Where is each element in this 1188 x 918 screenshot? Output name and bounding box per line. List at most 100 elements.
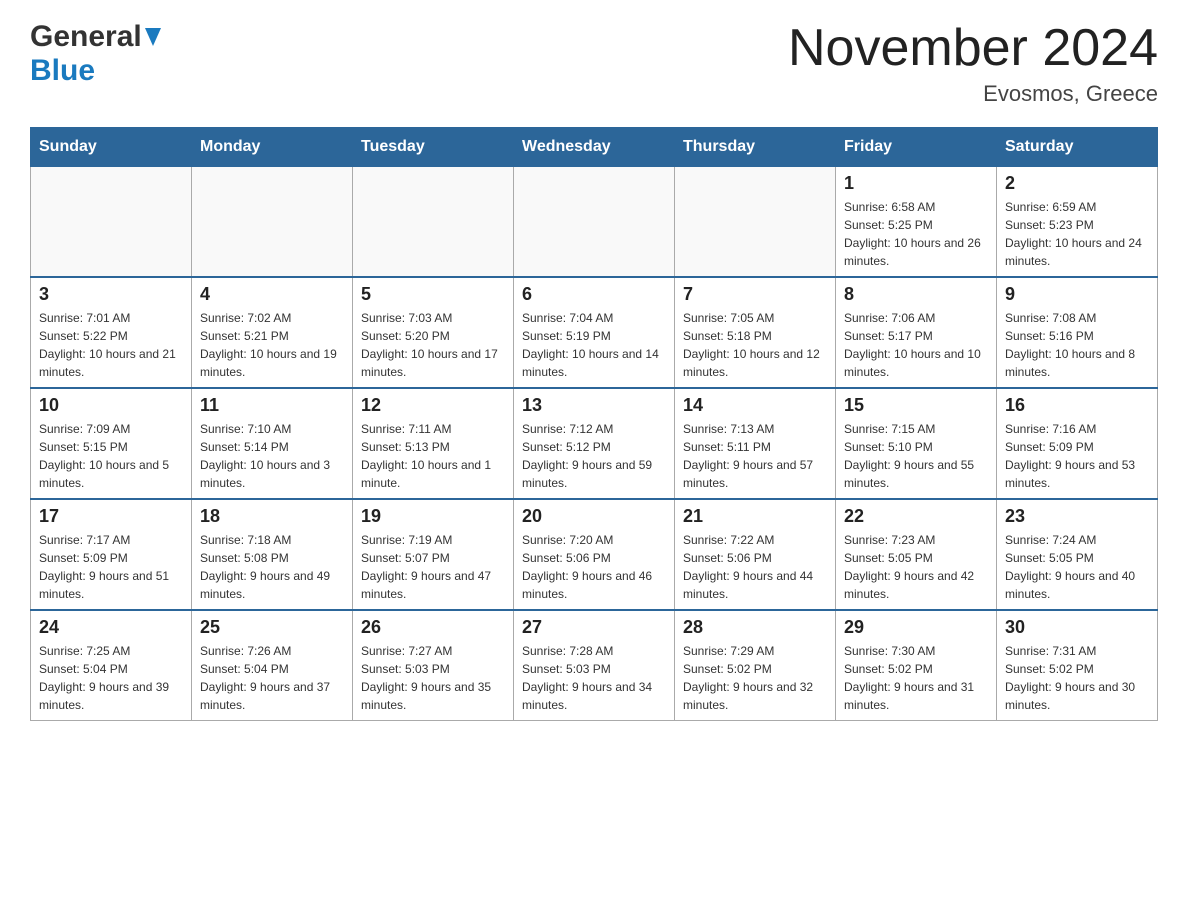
calendar-day-cell: 17 Sunrise: 7:17 AMSunset: 5:09 PMDayligh… bbox=[31, 499, 192, 610]
day-number: 16 bbox=[1005, 395, 1149, 416]
calendar-day-cell: 1 Sunrise: 6:58 AMSunset: 5:25 PMDaylight… bbox=[836, 167, 997, 278]
day-number: 2 bbox=[1005, 173, 1149, 194]
day-info: Sunrise: 7:20 AMSunset: 5:06 PMDaylight:… bbox=[522, 531, 666, 603]
day-number: 5 bbox=[361, 284, 505, 305]
calendar-day-cell: 26 Sunrise: 7:27 AMSunset: 5:03 PMDayligh… bbox=[353, 610, 514, 721]
calendar-day-cell bbox=[514, 167, 675, 278]
day-info: Sunrise: 6:59 AMSunset: 5:23 PMDaylight:… bbox=[1005, 198, 1149, 270]
day-number: 19 bbox=[361, 506, 505, 527]
calendar-day-cell: 15 Sunrise: 7:15 AMSunset: 5:10 PMDayligh… bbox=[836, 388, 997, 499]
weekday-header-wednesday: Wednesday bbox=[514, 128, 675, 167]
day-info: Sunrise: 7:31 AMSunset: 5:02 PMDaylight:… bbox=[1005, 642, 1149, 714]
logo-arrow-icon bbox=[145, 28, 161, 51]
day-number: 20 bbox=[522, 506, 666, 527]
day-number: 8 bbox=[844, 284, 988, 305]
day-number: 18 bbox=[200, 506, 344, 527]
calendar-day-cell: 19 Sunrise: 7:19 AMSunset: 5:07 PMDayligh… bbox=[353, 499, 514, 610]
day-number: 7 bbox=[683, 284, 827, 305]
calendar-day-cell: 21 Sunrise: 7:22 AMSunset: 5:06 PMDayligh… bbox=[675, 499, 836, 610]
day-info: Sunrise: 7:15 AMSunset: 5:10 PMDaylight:… bbox=[844, 420, 988, 492]
day-number: 26 bbox=[361, 617, 505, 638]
day-number: 3 bbox=[39, 284, 183, 305]
calendar-day-cell: 10 Sunrise: 7:09 AMSunset: 5:15 PMDayligh… bbox=[31, 388, 192, 499]
day-info: Sunrise: 7:19 AMSunset: 5:07 PMDaylight:… bbox=[361, 531, 505, 603]
calendar-day-cell: 30 Sunrise: 7:31 AMSunset: 5:02 PMDayligh… bbox=[997, 610, 1158, 721]
day-info: Sunrise: 7:10 AMSunset: 5:14 PMDaylight:… bbox=[200, 420, 344, 492]
day-number: 10 bbox=[39, 395, 183, 416]
day-info: Sunrise: 7:06 AMSunset: 5:17 PMDaylight:… bbox=[844, 309, 988, 381]
day-number: 6 bbox=[522, 284, 666, 305]
weekday-header-tuesday: Tuesday bbox=[353, 128, 514, 167]
day-info: Sunrise: 7:09 AMSunset: 5:15 PMDaylight:… bbox=[39, 420, 183, 492]
calendar-week-row: 1 Sunrise: 6:58 AMSunset: 5:25 PMDaylight… bbox=[31, 167, 1158, 278]
day-number: 25 bbox=[200, 617, 344, 638]
calendar-day-cell: 5 Sunrise: 7:03 AMSunset: 5:20 PMDaylight… bbox=[353, 277, 514, 388]
weekday-header-monday: Monday bbox=[192, 128, 353, 167]
calendar-day-cell: 12Sunrise: 7:11 AMSunset: 5:13 PMDayligh… bbox=[353, 388, 514, 499]
calendar-day-cell: 28 Sunrise: 7:29 AMSunset: 5:02 PMDayligh… bbox=[675, 610, 836, 721]
day-number: 22 bbox=[844, 506, 988, 527]
day-info: Sunrise: 7:01 AMSunset: 5:22 PMDaylight:… bbox=[39, 309, 183, 381]
day-number: 14 bbox=[683, 395, 827, 416]
calendar-week-row: 24Sunrise: 7:25 AMSunset: 5:04 PMDayligh… bbox=[31, 610, 1158, 721]
day-info: Sunrise: 7:04 AMSunset: 5:19 PMDaylight:… bbox=[522, 309, 666, 381]
calendar-day-cell: 16 Sunrise: 7:16 AMSunset: 5:09 PMDayligh… bbox=[997, 388, 1158, 499]
day-number: 30 bbox=[1005, 617, 1149, 638]
day-info: Sunrise: 7:30 AMSunset: 5:02 PMDaylight:… bbox=[844, 642, 988, 714]
day-info: Sunrise: 7:28 AMSunset: 5:03 PMDaylight:… bbox=[522, 642, 666, 714]
calendar-day-cell: 22 Sunrise: 7:23 AMSunset: 5:05 PMDayligh… bbox=[836, 499, 997, 610]
day-info: Sunrise: 7:18 AMSunset: 5:08 PMDaylight:… bbox=[200, 531, 344, 603]
day-info: Sunrise: 7:16 AMSunset: 5:09 PMDaylight:… bbox=[1005, 420, 1149, 492]
calendar-day-cell: 23Sunrise: 7:24 AMSunset: 5:05 PMDayligh… bbox=[997, 499, 1158, 610]
logo-general-text: General bbox=[30, 20, 142, 54]
day-info: Sunrise: 7:26 AMSunset: 5:04 PMDaylight:… bbox=[200, 642, 344, 714]
day-info: Sunrise: 7:13 AMSunset: 5:11 PMDaylight:… bbox=[683, 420, 827, 492]
day-number: 11 bbox=[200, 395, 344, 416]
day-info: Sunrise: 7:08 AMSunset: 5:16 PMDaylight:… bbox=[1005, 309, 1149, 381]
day-info: Sunrise: 6:58 AMSunset: 5:25 PMDaylight:… bbox=[844, 198, 988, 270]
day-info: Sunrise: 7:12 AMSunset: 5:12 PMDaylight:… bbox=[522, 420, 666, 492]
calendar-day-cell: 2 Sunrise: 6:59 AMSunset: 5:23 PMDaylight… bbox=[997, 167, 1158, 278]
weekday-header-row: SundayMondayTuesdayWednesdayThursdayFrid… bbox=[31, 128, 1158, 167]
day-info: Sunrise: 7:03 AMSunset: 5:20 PMDaylight:… bbox=[361, 309, 505, 381]
calendar-table: SundayMondayTuesdayWednesdayThursdayFrid… bbox=[30, 127, 1158, 721]
month-year-title: November 2024 bbox=[788, 20, 1158, 77]
calendar-day-cell bbox=[675, 167, 836, 278]
day-number: 21 bbox=[683, 506, 827, 527]
day-number: 24 bbox=[39, 617, 183, 638]
day-number: 1 bbox=[844, 173, 988, 194]
day-number: 29 bbox=[844, 617, 988, 638]
calendar-day-cell: 9Sunrise: 7:08 AMSunset: 5:16 PMDaylight… bbox=[997, 277, 1158, 388]
calendar-day-cell: 7 Sunrise: 7:05 AMSunset: 5:18 PMDaylight… bbox=[675, 277, 836, 388]
calendar-day-cell bbox=[31, 167, 192, 278]
calendar-day-cell: 11 Sunrise: 7:10 AMSunset: 5:14 PMDayligh… bbox=[192, 388, 353, 499]
day-number: 28 bbox=[683, 617, 827, 638]
day-info: Sunrise: 7:22 AMSunset: 5:06 PMDaylight:… bbox=[683, 531, 827, 603]
day-info: Sunrise: 7:05 AMSunset: 5:18 PMDaylight:… bbox=[683, 309, 827, 381]
weekday-header-saturday: Saturday bbox=[997, 128, 1158, 167]
weekday-header-friday: Friday bbox=[836, 128, 997, 167]
day-number: 15 bbox=[844, 395, 988, 416]
calendar-day-cell: 14 Sunrise: 7:13 AMSunset: 5:11 PMDayligh… bbox=[675, 388, 836, 499]
calendar-day-cell: 25 Sunrise: 7:26 AMSunset: 5:04 PMDayligh… bbox=[192, 610, 353, 721]
day-info: Sunrise: 7:02 AMSunset: 5:21 PMDaylight:… bbox=[200, 309, 344, 381]
calendar-day-cell: 4Sunrise: 7:02 AMSunset: 5:21 PMDaylight… bbox=[192, 277, 353, 388]
weekday-header-sunday: Sunday bbox=[31, 128, 192, 167]
day-info: Sunrise: 7:29 AMSunset: 5:02 PMDaylight:… bbox=[683, 642, 827, 714]
day-info: Sunrise: 7:17 AMSunset: 5:09 PMDaylight:… bbox=[39, 531, 183, 603]
day-number: 17 bbox=[39, 506, 183, 527]
logo-blue-text: Blue bbox=[30, 54, 95, 87]
day-number: 13 bbox=[522, 395, 666, 416]
day-info: Sunrise: 7:24 AMSunset: 5:05 PMDaylight:… bbox=[1005, 531, 1149, 603]
calendar-day-cell: 20 Sunrise: 7:20 AMSunset: 5:06 PMDayligh… bbox=[514, 499, 675, 610]
calendar-week-row: 10 Sunrise: 7:09 AMSunset: 5:15 PMDayligh… bbox=[31, 388, 1158, 499]
calendar-day-cell: 24Sunrise: 7:25 AMSunset: 5:04 PMDayligh… bbox=[31, 610, 192, 721]
calendar-day-cell bbox=[353, 167, 514, 278]
calendar-day-cell: 18 Sunrise: 7:18 AMSunset: 5:08 PMDayligh… bbox=[192, 499, 353, 610]
calendar-day-cell: 29 Sunrise: 7:30 AMSunset: 5:02 PMDayligh… bbox=[836, 610, 997, 721]
day-info: Sunrise: 7:27 AMSunset: 5:03 PMDaylight:… bbox=[361, 642, 505, 714]
page-header: General Blue November 2024 Evosmos, Gree… bbox=[30, 20, 1158, 107]
title-section: November 2024 Evosmos, Greece bbox=[788, 20, 1158, 107]
calendar-day-cell: 3 Sunrise: 7:01 AMSunset: 5:22 PMDaylight… bbox=[31, 277, 192, 388]
day-info: Sunrise: 7:23 AMSunset: 5:05 PMDaylight:… bbox=[844, 531, 988, 603]
